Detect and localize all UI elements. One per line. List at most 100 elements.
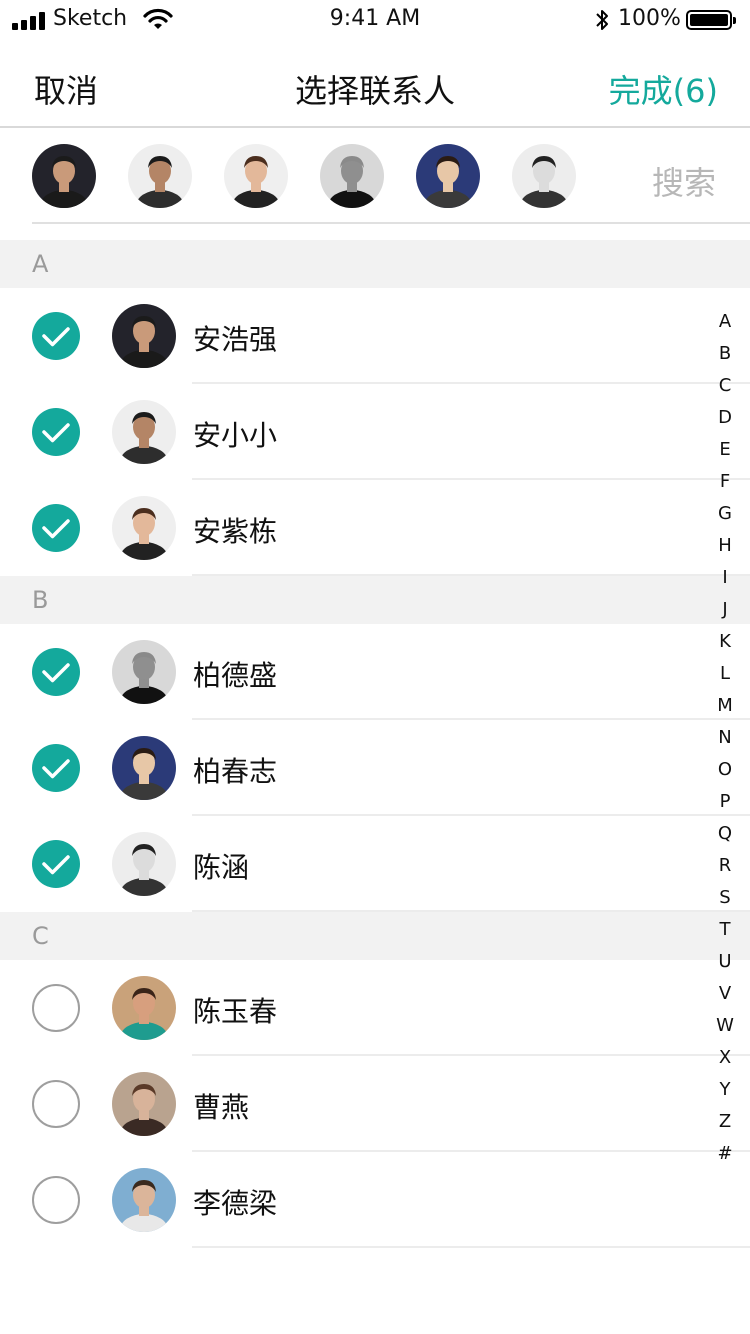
status-bar: Sketch 9:41 AM 100% — [0, 0, 750, 40]
checkmark-icon — [42, 855, 70, 875]
bluetooth-icon — [596, 10, 608, 30]
index-letter[interactable]: U — [706, 946, 744, 978]
nav-bar: 取消 选择联系人 完成(6) — [0, 40, 750, 128]
index-letter[interactable]: G — [706, 498, 744, 530]
contact-row[interactable]: 安浩强 — [0, 288, 750, 384]
section-header: A — [0, 240, 750, 288]
selected-avatar[interactable] — [512, 144, 576, 208]
checkmark-icon — [42, 519, 70, 539]
checkbox-checked[interactable] — [32, 408, 80, 456]
contact-row[interactable]: 陈玉春 — [0, 960, 750, 1056]
index-letter[interactable]: # — [706, 1138, 744, 1170]
index-letter[interactable]: X — [706, 1042, 744, 1074]
avatar — [112, 400, 176, 464]
contact-row[interactable]: 安小小 — [0, 384, 750, 480]
avatar-man-bald-icon — [112, 640, 176, 704]
avatar — [112, 640, 176, 704]
contact-row[interactable]: 安紫栋 — [0, 480, 750, 576]
section-letter: B — [32, 586, 49, 614]
checkmark-icon — [42, 759, 70, 779]
contact-name: 曹燕 — [193, 1091, 250, 1124]
checkbox-checked[interactable] — [32, 312, 80, 360]
index-letter[interactable]: P — [706, 786, 744, 818]
checkbox-checked[interactable] — [32, 744, 80, 792]
index-letter[interactable]: F — [706, 466, 744, 498]
checkbox-checked[interactable] — [32, 648, 80, 696]
index-letter[interactable]: A — [706, 306, 744, 338]
avatar-woman-long-hair-icon — [112, 496, 176, 560]
alphabet-index[interactable]: A B C D E F G H I J K L M N O P Q R S T U V W X Y Z # — [706, 306, 744, 1170]
checkbox-checked[interactable] — [32, 504, 80, 552]
avatar-woman-glasses-icon — [112, 832, 176, 896]
index-letter[interactable]: K — [706, 626, 744, 658]
section-letter: C — [32, 922, 49, 950]
checkbox-checked[interactable] — [32, 840, 80, 888]
contact-row[interactable]: 陈涵 — [0, 816, 750, 912]
avatar — [112, 832, 176, 896]
contact-row[interactable]: 曹燕 — [0, 1056, 750, 1152]
avatar — [112, 1168, 176, 1232]
avatar — [112, 1072, 176, 1136]
done-button[interactable]: 完成(6) — [609, 66, 718, 112]
contact-name: 安小小 — [193, 419, 278, 452]
index-letter[interactable]: Z — [706, 1106, 744, 1138]
index-letter[interactable]: S — [706, 882, 744, 914]
avatar-man-styled-hair-icon — [112, 1168, 176, 1232]
contact-list: A 安浩强安小小安紫栋 B 柏德盛柏春志陈涵 C 陈玉春曹燕李德梁 — [0, 240, 750, 1248]
index-letter[interactable]: N — [706, 722, 744, 754]
index-letter[interactable]: L — [706, 658, 744, 690]
avatar-woman-dark-hair-icon — [112, 976, 176, 1040]
section-header: C — [0, 912, 750, 960]
contact-name: 陈玉春 — [193, 995, 278, 1028]
contact-name: 李德梁 — [193, 1187, 278, 1220]
selected-contacts-strip: 搜索 — [0, 128, 750, 224]
checkbox-unchecked[interactable] — [32, 984, 80, 1032]
index-letter[interactable]: M — [706, 690, 744, 722]
search-button[interactable]: 搜索 — [652, 158, 716, 204]
selected-avatar[interactable] — [224, 144, 288, 208]
battery-percent: 100% — [618, 6, 681, 31]
index-letter[interactable]: V — [706, 978, 744, 1010]
checkmark-icon — [42, 327, 70, 347]
checkbox-unchecked[interactable] — [32, 1080, 80, 1128]
row-divider — [192, 1246, 750, 1248]
index-letter[interactable]: D — [706, 402, 744, 434]
section-letter: A — [32, 250, 49, 278]
index-letter[interactable]: R — [706, 850, 744, 882]
contact-name: 柏春志 — [193, 755, 278, 788]
avatar-woman-glasses-icon — [512, 144, 576, 208]
index-letter[interactable]: H — [706, 530, 744, 562]
checkmark-icon — [42, 663, 70, 683]
checkmark-icon — [42, 423, 70, 443]
avatar-woman-brown-icon — [112, 1072, 176, 1136]
strip-divider — [32, 222, 750, 224]
avatar — [112, 496, 176, 560]
index-letter[interactable]: J — [706, 594, 744, 626]
index-letter[interactable]: Q — [706, 818, 744, 850]
avatar-man-beard-icon — [112, 304, 176, 368]
contact-name: 安紫栋 — [193, 515, 278, 548]
index-letter[interactable]: W — [706, 1010, 744, 1042]
selected-avatar[interactable] — [32, 144, 96, 208]
contact-row[interactable]: 柏春志 — [0, 720, 750, 816]
avatar-woman-curly-icon — [416, 144, 480, 208]
avatar-woman-curly-icon — [112, 736, 176, 800]
avatar — [112, 976, 176, 1040]
contact-name: 安浩强 — [193, 323, 278, 356]
index-letter[interactable]: Y — [706, 1074, 744, 1106]
index-letter[interactable]: B — [706, 338, 744, 370]
index-letter[interactable]: I — [706, 562, 744, 594]
contact-row[interactable]: 柏德盛 — [0, 624, 750, 720]
selected-avatar[interactable] — [128, 144, 192, 208]
checkbox-unchecked[interactable] — [32, 1176, 80, 1224]
battery-icon — [686, 10, 736, 30]
index-letter[interactable]: E — [706, 434, 744, 466]
selected-avatar[interactable] — [320, 144, 384, 208]
contact-name: 柏德盛 — [193, 659, 278, 692]
contact-row[interactable]: 李德梁 — [0, 1152, 750, 1248]
index-letter[interactable]: O — [706, 754, 744, 786]
index-letter[interactable]: T — [706, 914, 744, 946]
index-letter[interactable]: C — [706, 370, 744, 402]
avatar — [112, 304, 176, 368]
selected-avatar[interactable] — [416, 144, 480, 208]
